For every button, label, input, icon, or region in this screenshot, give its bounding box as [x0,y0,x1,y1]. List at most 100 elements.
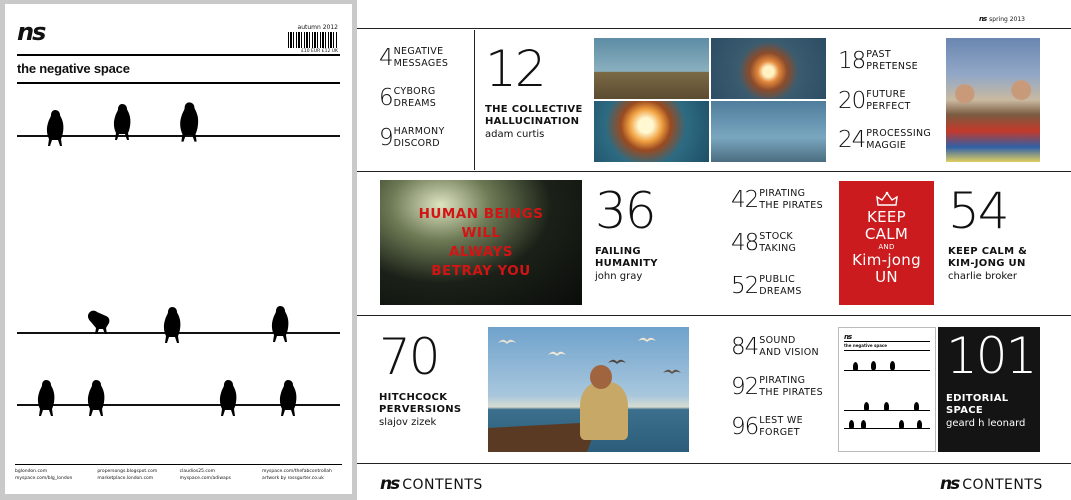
mini-bird [853,362,858,371]
feature-author: geard h leonard [946,418,1026,429]
figure-shape [580,382,628,440]
mini-cover-logo: ns [844,333,852,341]
bird-silhouette [85,378,107,418]
mini-cover-rule [844,350,930,351]
entry-title: NEGATIVE MESSAGES [393,46,449,69]
feature-entry-editorial[interactable]: 101 EDITORIAL SPACE geard h leonard [938,327,1040,452]
footer-link: myspace.com/adiwaps [179,476,231,481]
contents-entry[interactable]: 92 PIRATING THE PIRATES [731,375,823,399]
image-caption-line: ALWAYS [449,243,513,260]
page-number: 20 [838,87,866,114]
feature-image-mini-cover: ns the negative space [838,327,936,452]
mini-cover-rule [844,341,930,342]
poster-line: KEEP [866,208,907,226]
bird-silhouette [111,102,133,142]
poster-line: CALM [864,225,909,243]
gull-shape [638,335,656,343]
page-number: 48 [731,229,759,256]
mini-bird [899,420,904,429]
feature-entry[interactable]: 36 FAILING HUMANITY john gray [595,186,658,283]
row-divider [357,315,1071,316]
row-divider [357,28,1071,29]
footer-column: claudios25.com myspace.com/adiwaps [180,468,260,482]
bird-silhouette [217,378,239,418]
feature-image-keep-calm-poster: KEEP CALM AND Kim-jong UN [839,181,934,305]
contents-footer-right: ns CONTENTS [940,474,1043,494]
poster-line: UN [875,268,898,286]
entry-title: FUTURE PERFECT [866,89,911,112]
contents-entry[interactable]: 42 PIRATING THE PIRATES [731,188,823,212]
column-divider [474,30,475,170]
feature-title: KEEP CALM & KIM-JONG UN [948,246,1028,269]
footer-link: artwork by rossgurter.co.uk [261,476,324,481]
entry-title: HARMONY DISCORD [393,126,445,149]
footer-link: marketplace.london.com [97,476,154,481]
collage-frame [594,101,709,162]
contents-entry[interactable]: 4 NEGATIVE MESSAGES [379,46,448,70]
poster-line: Kim-jong [852,251,921,269]
contents-entry[interactable]: 18 PAST PRETENSE [838,49,918,73]
image-caption-line: HUMAN BEINGS [418,205,544,222]
entry-title: STOCK TAKING [759,231,797,254]
footer-link: bglondon.com [15,469,48,474]
feature-image-collage [594,38,826,162]
bird-silhouette [85,307,111,335]
page-number: 18 [838,47,866,74]
feature-author: john gray [595,271,643,282]
bird-silhouette [161,305,183,345]
spread-issue-label: ns spring 2013 [979,15,1025,23]
entry-title: PROCESSING MAGGIE [866,128,932,151]
feature-entry[interactable]: 54 KEEP CALM & KIM-JONG UN charlie broker [948,186,1027,283]
feature-page-number: 101 [946,327,1037,385]
entry-title: PUBLIC DREAMS [759,274,802,297]
contents-label: CONTENTS [402,477,483,493]
page-number: 42 [731,186,759,213]
bird-silhouette [35,378,57,418]
feature-page-number: 70 [379,328,441,386]
bird-silhouette [44,108,66,148]
issue-logo: ns [978,15,987,23]
gull-shape [608,357,626,365]
contents-entry[interactable]: 96 LEST WE FORGET [731,415,803,439]
contents-entry[interactable]: 6 CYBORG DREAMS [379,86,436,110]
entry-title: CYBORG DREAMS [393,86,437,109]
page-number: 92 [731,373,759,400]
mini-bird [890,361,895,370]
mini-bird [864,402,869,411]
contents-entry[interactable]: 9 HARMONY DISCORD [379,126,445,150]
gull-shape [498,337,516,345]
cover-footer: bglondon.com myspace.com/blg_london prop… [15,464,342,482]
row-divider [357,171,1071,172]
feature-image-human-beings: HUMAN BEINGS WILL ALWAYS BETRAY YOU [380,180,582,305]
entry-title: SOUND AND VISION [759,335,819,358]
contents-spread: ns spring 2013 4 NEGATIVE MESSAGES 6 CYBO… [357,0,1071,500]
contents-entry[interactable]: 52 PUBLIC DREAMS [731,274,802,298]
footer-column: myspace.com/thefabcontrollah artwork by … [262,468,342,482]
contents-entry[interactable]: 48 STOCK TAKING [731,231,796,255]
magazine-cover: ns autumn 2012 £10 EUR £12 UK the negati… [5,4,352,494]
contents-entry[interactable]: 20 FUTURE PERFECT [838,89,911,113]
entry-title: PIRATING THE PIRATES [759,188,823,211]
collage-frame [711,101,826,162]
image-caption-line: WILL [461,224,501,241]
footer-link: claudios25.com [179,469,215,474]
bird-silhouette [269,304,291,344]
footer-link: myspace.com/blg_london [15,476,73,481]
row-divider [357,463,1071,464]
cover-logo: ns [17,18,46,46]
contents-entry[interactable]: 24 PROCESSING MAGGIE [838,128,931,152]
feature-entry[interactable]: 70 HITCHCOCK PERVERSIONS slajov zizek [379,332,461,429]
feature-author: charlie broker [948,271,1018,282]
feature-image-children [946,38,1040,162]
bird-silhouette [177,100,201,144]
bird-silhouette [277,378,299,418]
contents-footer-left: ns CONTENTS [380,474,483,494]
entry-title: PAST PRETENSE [866,49,918,72]
barcode [288,32,338,48]
page-number: 6 [379,84,394,111]
page-number: 24 [838,126,866,153]
feature-entry[interactable]: 12 THE COLLECTIVE HALLUCINATION adam curt… [485,44,583,141]
feature-title: EDITORIAL SPACE [946,393,1009,416]
cover-divider [17,82,340,84]
contents-entry[interactable]: 84 SOUND AND VISION [731,335,819,359]
